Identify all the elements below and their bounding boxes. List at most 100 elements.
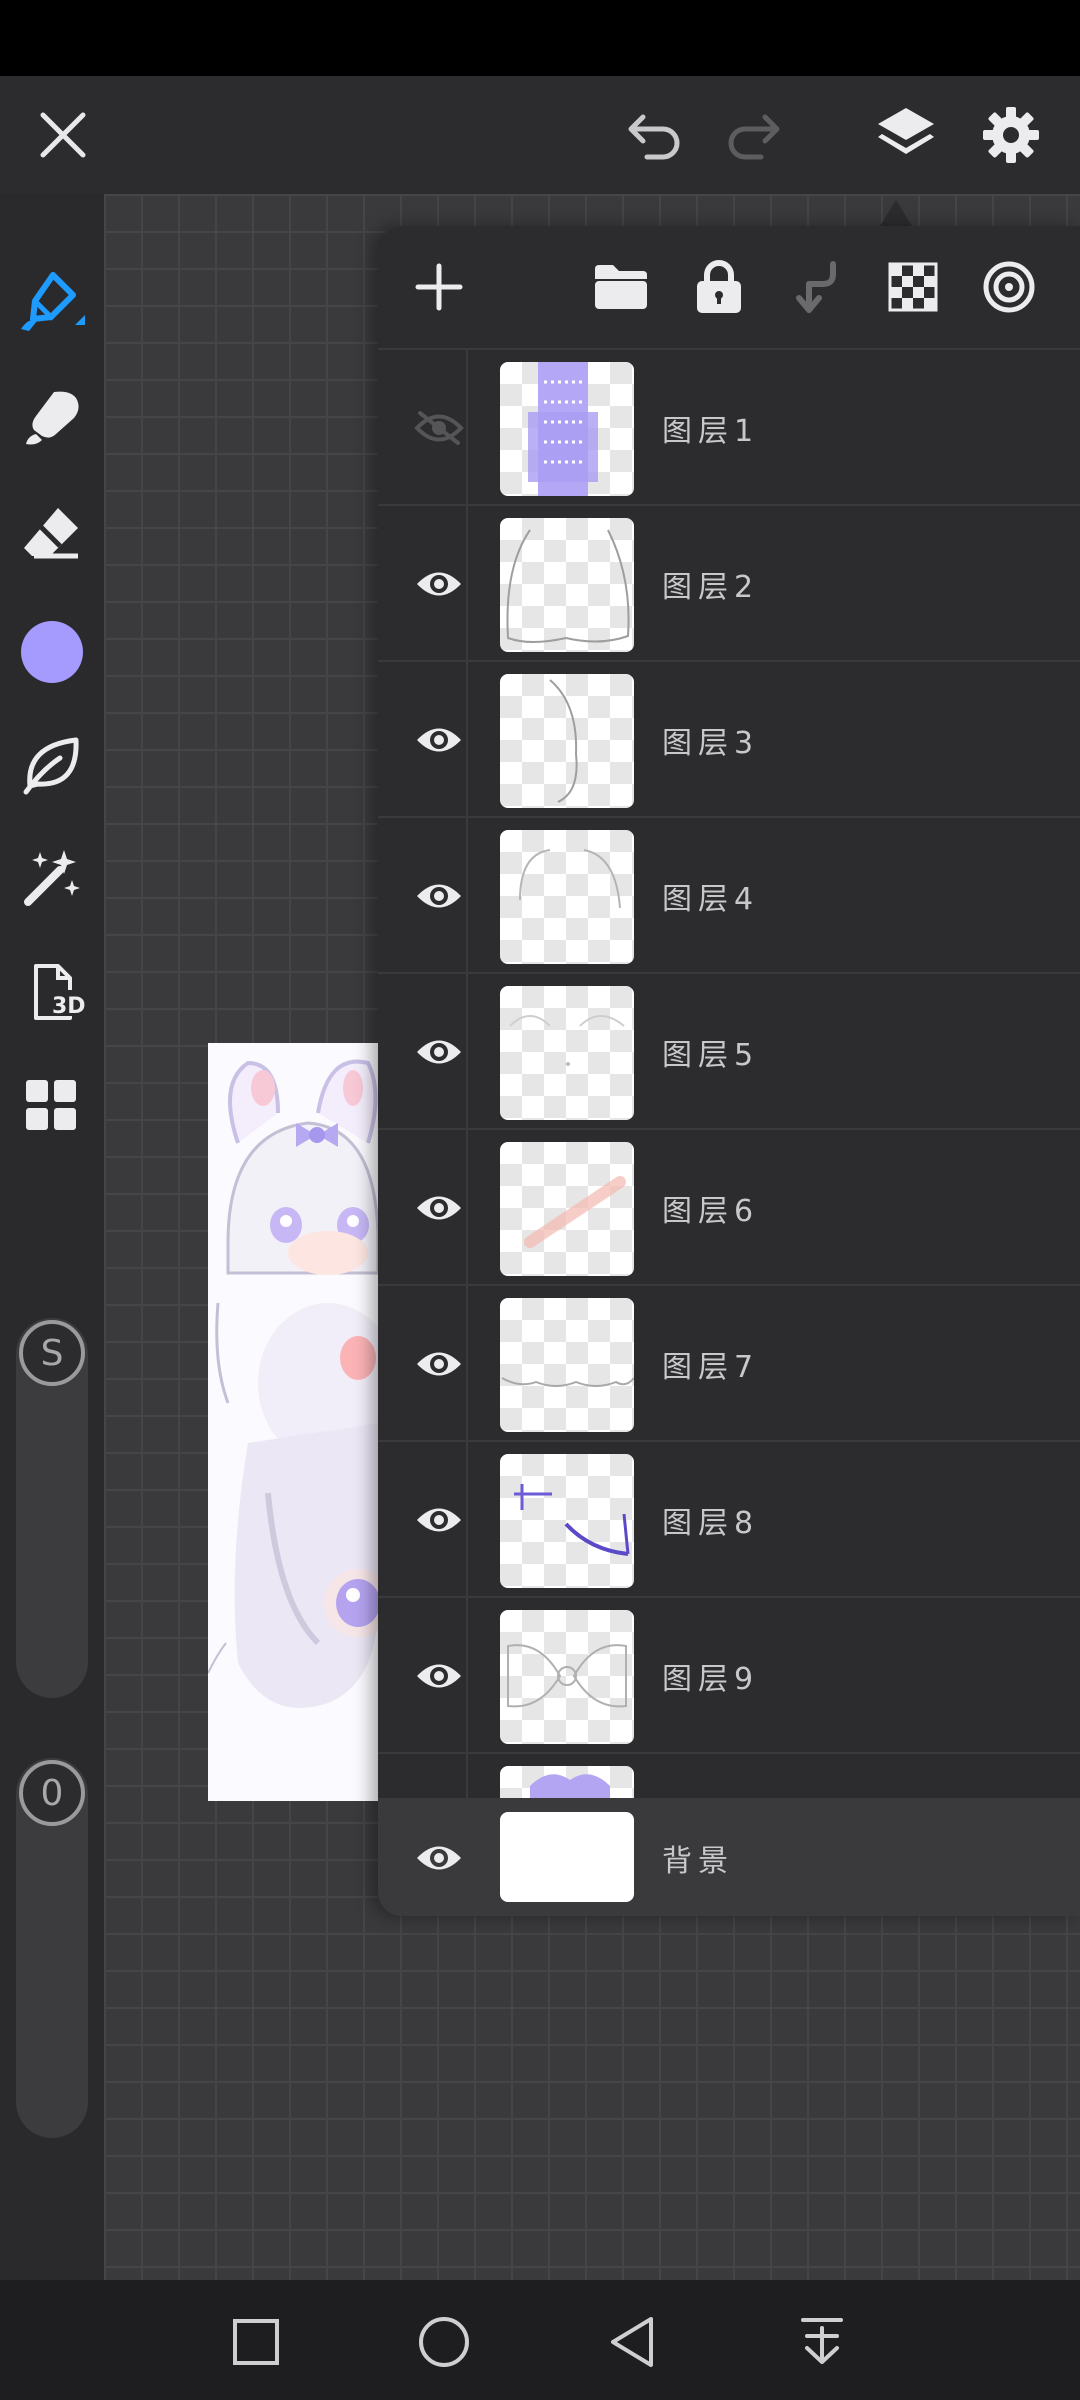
settings-button[interactable] — [968, 92, 1054, 178]
background-layer-row[interactable]: 背景 — [378, 1798, 1080, 1916]
lock-layer-button[interactable] — [686, 254, 752, 320]
eye-icon — [417, 1196, 461, 1220]
background-thumbnail[interactable] — [500, 1812, 634, 1902]
layer-row[interactable] — [378, 1752, 1080, 1798]
blend-mode-icon — [983, 261, 1035, 313]
tool-3d[interactable]: 3D — [12, 952, 92, 1032]
layer-thumbnail[interactable] — [500, 1298, 634, 1432]
layers-icon — [878, 108, 934, 154]
alpha-lock-button[interactable] — [880, 254, 946, 320]
visibility-toggle[interactable] — [396, 1638, 482, 1714]
redo-icon — [728, 114, 780, 160]
layer-row[interactable]: 图层2 — [378, 504, 1080, 662]
left-toolbar: 3D S 0 — [0, 194, 104, 2280]
visibility-toggle[interactable] — [396, 858, 482, 934]
chevron-down-icon — [801, 2318, 843, 2364]
layer-name: 图层6 — [662, 1194, 760, 1229]
layer-thumbnail[interactable] — [500, 1142, 634, 1276]
eye-icon — [417, 1352, 461, 1376]
redo-button[interactable] — [712, 94, 794, 176]
visibility-toggle[interactable] — [396, 1820, 482, 1896]
color-swatch — [21, 621, 83, 683]
eye-icon — [417, 1040, 461, 1064]
tool-color[interactable] — [12, 612, 92, 692]
visibility-toggle[interactable] — [396, 1170, 482, 1246]
app-root: 3D S 0 图层1 图层2 图层3 图层4 图层5 图层6 图层7 图层8 图… — [0, 0, 1080, 2400]
opacity-slider-knob[interactable]: 0 — [19, 1760, 85, 1826]
eye-icon — [417, 572, 461, 596]
back-button[interactable] — [596, 2306, 668, 2378]
recents-button[interactable] — [220, 2306, 292, 2378]
visibility-toggle[interactable] — [396, 1326, 482, 1402]
row-divider — [466, 1286, 468, 1442]
layer-name: 背景 — [662, 1844, 734, 1879]
layer-thumbnail[interactable] — [500, 986, 634, 1120]
layer-row[interactable]: 图层8 — [378, 1440, 1080, 1598]
visibility-toggle[interactable] — [396, 1482, 482, 1558]
tool-gallery[interactable] — [12, 1066, 92, 1146]
size-slider-knob[interactable]: S — [19, 1320, 85, 1386]
alpha-lock-icon — [888, 262, 938, 312]
blend-mode-button[interactable] — [976, 254, 1042, 320]
eye-icon — [417, 1508, 461, 1532]
layers-button[interactable] — [862, 90, 950, 178]
close-button[interactable] — [22, 94, 104, 176]
row-divider — [466, 818, 468, 974]
gear-icon — [983, 107, 1039, 163]
layer-row[interactable]: 图层4 — [378, 816, 1080, 974]
visibility-toggle[interactable] — [396, 1014, 482, 1090]
lock-icon — [697, 260, 741, 313]
hide-nav-button[interactable] — [786, 2306, 858, 2378]
eye-hidden-icon — [414, 411, 464, 445]
layer-row[interactable]: 图层5 — [378, 972, 1080, 1130]
grid-icon — [26, 1080, 76, 1130]
layers-panel-toolbar — [378, 226, 1080, 348]
square-icon — [233, 2319, 279, 2365]
undo-button[interactable] — [614, 94, 696, 176]
tool-leaf[interactable] — [12, 724, 92, 804]
layer-thumbnail[interactable] — [500, 1766, 634, 1798]
size-slider-label: S — [40, 1332, 64, 1374]
circle-icon — [419, 2317, 469, 2367]
close-icon — [40, 112, 86, 158]
layer-thumbnail[interactable] — [500, 1610, 634, 1744]
layer-thumbnail[interactable] — [500, 1454, 634, 1588]
tool-magic[interactable] — [12, 838, 92, 918]
artwork-preview[interactable] — [208, 1043, 378, 1801]
row-divider — [466, 350, 468, 506]
merge-down-button[interactable] — [784, 254, 850, 320]
layer-thumbnail[interactable] — [500, 830, 634, 964]
layer-thumbnail[interactable] — [500, 674, 634, 808]
eye-icon — [417, 884, 461, 908]
home-button[interactable] — [408, 2306, 480, 2378]
layer-row[interactable]: 图层1 — [378, 348, 1080, 506]
layers-panel: 图层1 图层2 图层3 图层4 图层5 图层6 图层7 图层8 图层9 背景 — [378, 226, 1080, 1916]
layer-name: 图层8 — [662, 1506, 760, 1541]
tool-brush[interactable] — [12, 262, 92, 342]
layer-row[interactable]: 图层7 — [378, 1284, 1080, 1442]
undo-icon — [628, 114, 680, 160]
layer-row[interactable]: 图层6 — [378, 1128, 1080, 1286]
layers-panel-caret — [880, 200, 912, 226]
layer-name: 图层5 — [662, 1038, 760, 1073]
visibility-toggle[interactable] — [396, 702, 482, 778]
eraser-icon — [24, 508, 78, 559]
layer-row[interactable]: 图层9 — [378, 1596, 1080, 1754]
layer-thumbnail[interactable] — [500, 518, 634, 652]
layer-thumbnail[interactable] — [500, 362, 634, 496]
eye-icon — [417, 1846, 461, 1870]
layer-name: 图层3 — [662, 726, 760, 761]
tool-smudge[interactable] — [12, 378, 92, 458]
add-layer-button[interactable] — [406, 254, 472, 320]
row-divider — [466, 974, 468, 1130]
visibility-toggle[interactable] — [396, 390, 482, 466]
add-folder-button[interactable] — [588, 254, 654, 320]
layer-name: 图层2 — [662, 570, 760, 605]
layer-list[interactable]: 图层1 图层2 图层3 图层4 图层5 图层6 图层7 图层8 图层9 — [378, 348, 1080, 1798]
layer-row[interactable]: 图层3 — [378, 660, 1080, 818]
visibility-toggle[interactable] — [396, 546, 482, 622]
leaf-icon — [23, 737, 79, 795]
row-divider — [466, 1442, 468, 1598]
tool-eraser[interactable] — [12, 494, 92, 574]
smudge-icon — [26, 391, 79, 445]
